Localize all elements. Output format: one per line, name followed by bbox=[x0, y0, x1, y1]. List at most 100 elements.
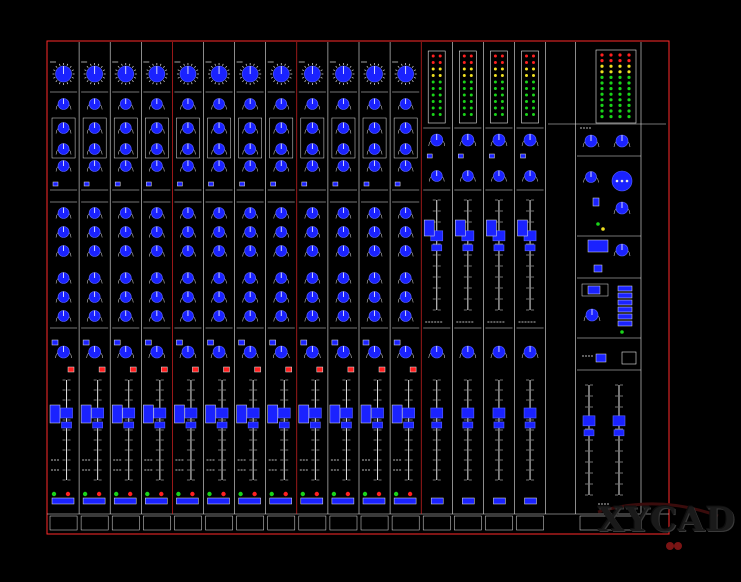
signal-led bbox=[114, 491, 119, 497]
knob-tick bbox=[370, 63, 372, 66]
route-buttons bbox=[49, 404, 61, 424]
solo-pfl-button bbox=[331, 497, 355, 505]
meter-led bbox=[469, 54, 473, 58]
mute-button bbox=[331, 339, 339, 346]
solo-button bbox=[67, 366, 75, 373]
route-buttons bbox=[236, 404, 247, 424]
connector-pin bbox=[620, 179, 624, 183]
meter-led bbox=[525, 61, 528, 64]
meter-led bbox=[500, 67, 504, 71]
knob-tick bbox=[276, 82, 279, 85]
stereo-eq-knob bbox=[460, 170, 476, 182]
main-meter-led bbox=[627, 98, 631, 102]
meter-led bbox=[532, 80, 535, 84]
signal-led bbox=[362, 491, 368, 497]
aux-send-knob bbox=[397, 272, 414, 284]
pan-knob bbox=[117, 345, 134, 359]
meter-housing bbox=[521, 50, 539, 124]
meter-led bbox=[493, 67, 497, 71]
aux-send-knob bbox=[149, 207, 165, 219]
fader-cap-lower bbox=[185, 421, 197, 429]
knob-tick bbox=[222, 82, 224, 85]
knob-tick bbox=[239, 69, 242, 71]
knob-tick bbox=[183, 63, 185, 66]
knob-tick bbox=[55, 80, 58, 83]
matrix-button bbox=[617, 299, 633, 306]
stereo-fader bbox=[523, 379, 537, 481]
fader-cap bbox=[153, 407, 167, 419]
stereo-scribble-strip bbox=[516, 515, 544, 531]
gain-knob bbox=[208, 63, 231, 85]
stereo-button bbox=[520, 153, 526, 159]
gain-knob bbox=[83, 63, 106, 85]
eq-mid-knob bbox=[149, 143, 165, 155]
lamp-socket bbox=[621, 351, 637, 365]
knob-tick bbox=[191, 82, 193, 85]
meter-led bbox=[431, 87, 435, 90]
knob-tick bbox=[270, 77, 274, 79]
knob-tick bbox=[395, 69, 398, 71]
fader-cap bbox=[492, 407, 506, 419]
knob-tick bbox=[304, 80, 307, 83]
pan-knob bbox=[86, 345, 103, 359]
meter-led bbox=[438, 61, 442, 64]
knob-tick bbox=[273, 65, 276, 68]
knob-tick bbox=[307, 82, 310, 85]
knob-tick bbox=[382, 69, 385, 71]
aux-send-knob bbox=[180, 207, 196, 219]
knob-tick bbox=[304, 65, 307, 68]
knob-tick bbox=[208, 69, 211, 71]
record-button bbox=[587, 285, 601, 295]
aux-send-knob bbox=[211, 272, 227, 284]
channel-fader bbox=[215, 379, 229, 481]
meter-led bbox=[532, 61, 535, 64]
fader-cap bbox=[184, 407, 198, 419]
meter-led bbox=[431, 80, 435, 84]
knob-tick bbox=[86, 65, 89, 68]
solo-pfl-button bbox=[238, 497, 261, 505]
knob-tick bbox=[71, 69, 74, 71]
main-meter-led bbox=[609, 75, 613, 79]
signal-led bbox=[207, 491, 212, 497]
fader-cap-lower bbox=[493, 421, 505, 429]
knob-tick bbox=[401, 63, 403, 66]
peak-led bbox=[314, 491, 319, 497]
channel-fader bbox=[153, 379, 167, 481]
aux-send-knob bbox=[335, 245, 352, 257]
signal-led bbox=[238, 491, 243, 497]
channel-fader bbox=[402, 379, 415, 481]
meter-led bbox=[469, 100, 473, 103]
aux-send-knob bbox=[55, 245, 72, 257]
meter-led bbox=[493, 74, 497, 77]
solo-button bbox=[378, 366, 386, 373]
channel-fader bbox=[122, 379, 136, 481]
main-meter-led bbox=[627, 109, 631, 113]
meter-led bbox=[525, 87, 528, 90]
knob-tick bbox=[211, 80, 213, 83]
stereo-mute-button bbox=[430, 497, 444, 505]
solo-pfl-button bbox=[362, 497, 386, 505]
fader-cap-lower bbox=[431, 421, 443, 429]
meter-housing bbox=[490, 50, 508, 124]
channel-fader bbox=[309, 379, 322, 481]
aux-send-knob bbox=[242, 245, 258, 257]
meter-led bbox=[500, 80, 504, 84]
main-meter-led bbox=[600, 92, 604, 96]
main-meter-led bbox=[618, 98, 622, 102]
meter-led bbox=[438, 80, 442, 84]
route-buttons bbox=[80, 404, 92, 424]
fader-cap bbox=[246, 407, 260, 419]
knob-tick bbox=[245, 63, 248, 66]
peak-led bbox=[159, 491, 164, 497]
solo-pfl-button bbox=[113, 497, 137, 505]
scribble-strip bbox=[174, 515, 202, 531]
fader-cap-lower bbox=[493, 244, 505, 252]
knob-tick bbox=[159, 82, 162, 85]
stereo-mute-button bbox=[462, 497, 475, 505]
hpf-knob bbox=[118, 98, 134, 110]
knob-tick bbox=[349, 65, 352, 68]
main-meter-led bbox=[627, 70, 631, 74]
knob-tick bbox=[411, 65, 414, 68]
knob-tick bbox=[177, 69, 180, 71]
knob-tick bbox=[97, 82, 100, 85]
